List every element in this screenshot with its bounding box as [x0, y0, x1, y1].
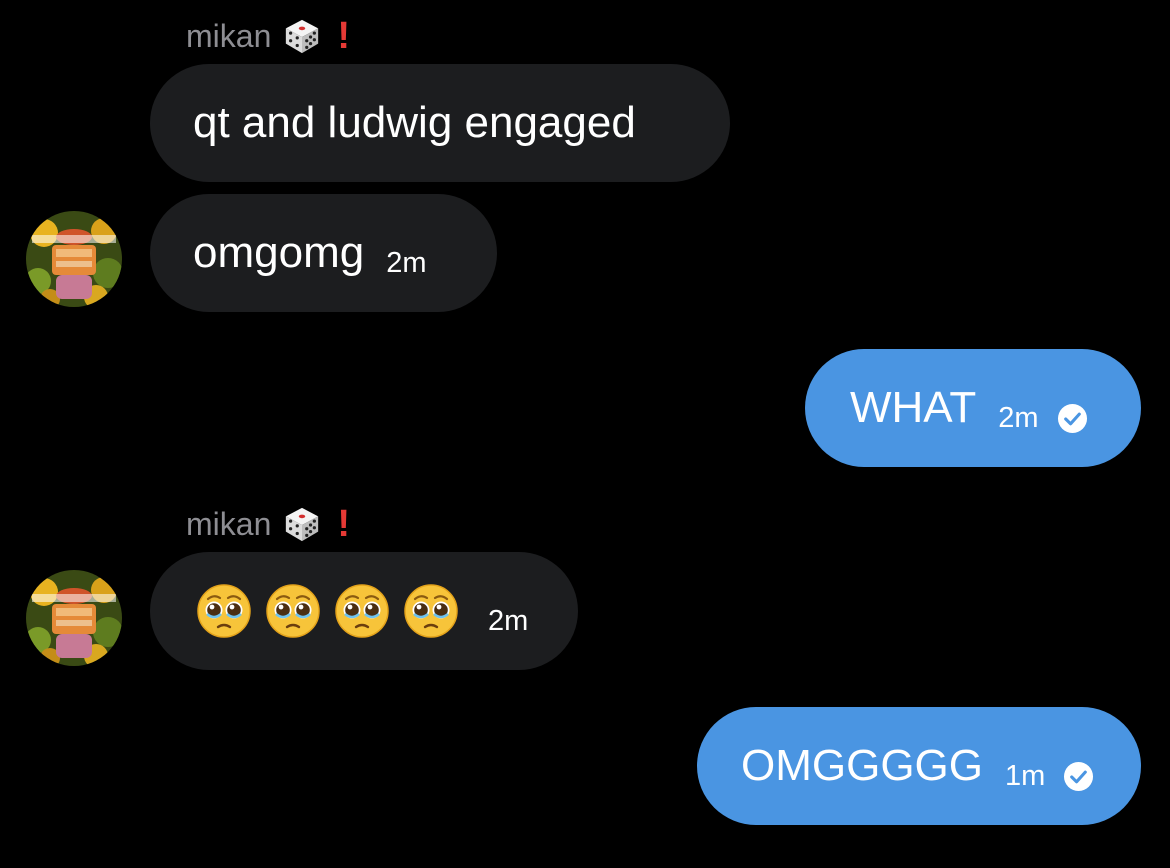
message-text: WHAT — [850, 383, 977, 432]
incoming-message-bubble[interactable]: omgomg 2m — [150, 194, 497, 312]
sender-avatar[interactable] — [26, 211, 122, 307]
sender-name[interactable]: mikan — [186, 506, 271, 543]
sender-name[interactable]: mikan — [186, 18, 271, 55]
dice-icon — [283, 17, 321, 55]
message-timestamp: 1m — [1005, 759, 1046, 792]
exclamation-icon: ! — [337, 503, 351, 545]
sender-avatar[interactable] — [26, 570, 122, 666]
pleading-face-emoji — [196, 583, 252, 639]
pleading-face-emoji — [265, 583, 321, 639]
outgoing-message-bubble[interactable]: WHAT 2m — [805, 349, 1141, 467]
pleading-face-emoji — [334, 583, 390, 639]
read-check-icon — [1063, 761, 1094, 792]
orange-avatar — [26, 211, 122, 307]
sender-header: mikan ! — [186, 502, 350, 546]
incoming-message-bubble[interactable]: qt and ludwig engaged — [150, 64, 730, 182]
chat-thread: mikan ! qt and ludwig engaged omgomg 2m … — [0, 0, 1170, 868]
read-check-icon — [1057, 403, 1088, 434]
dice-icon — [283, 505, 321, 543]
sender-header: mikan ! — [186, 14, 350, 58]
message-timestamp: 2m — [998, 401, 1039, 434]
message-text: omgomg — [193, 228, 365, 277]
exclamation-icon: ! — [337, 15, 351, 57]
incoming-message-bubble[interactable]: 2m — [150, 552, 578, 670]
outgoing-message-bubble[interactable]: OMGGGGG 1m — [697, 707, 1141, 825]
message-text: qt and ludwig engaged — [193, 98, 636, 147]
orange-avatar — [26, 570, 122, 666]
message-timestamp: 2m — [488, 604, 529, 637]
message-text: OMGGGGG — [741, 741, 983, 790]
pleading-face-emoji — [403, 583, 459, 639]
message-timestamp: 2m — [386, 246, 427, 279]
